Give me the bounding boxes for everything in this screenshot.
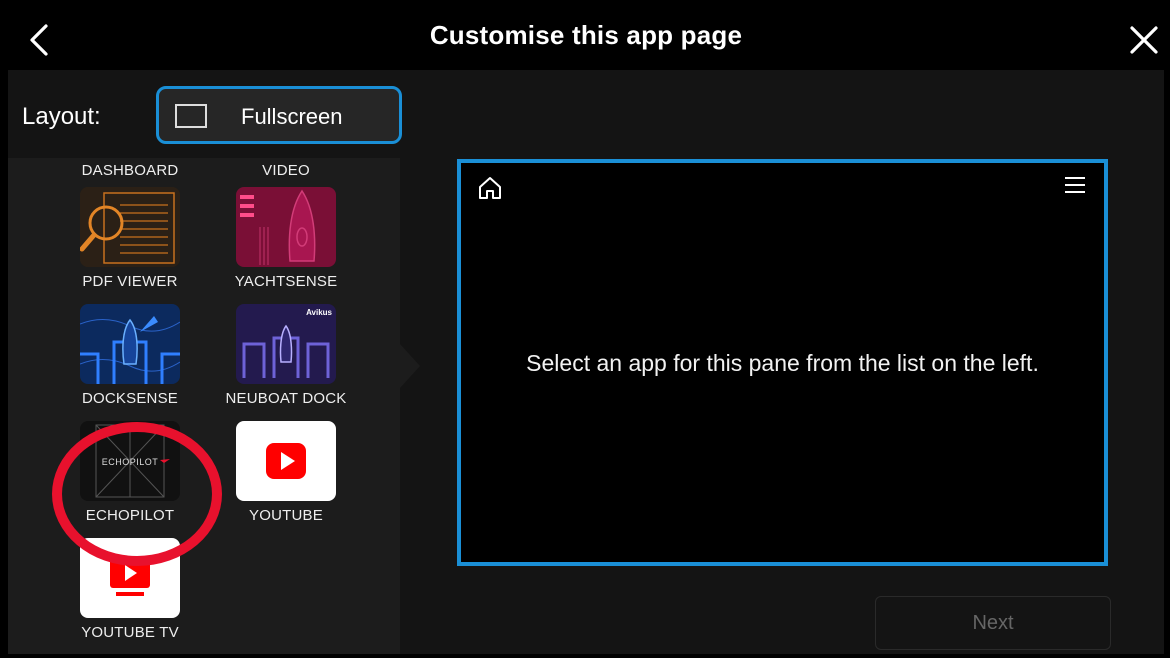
app-name: DASHBOARD bbox=[81, 162, 179, 179]
app-name: YACHTSENSE bbox=[234, 273, 338, 290]
pane-pointer-arrow bbox=[400, 344, 420, 388]
page-title: Customise this app page bbox=[429, 20, 743, 50]
fullscreen-rect-icon bbox=[175, 104, 207, 128]
app-neuboat-dock[interactable]: Avikus NEUBOAT DOCK bbox=[216, 304, 356, 407]
app-youtube[interactable]: YOUTUBE bbox=[216, 421, 356, 524]
next-button[interactable]: Next bbox=[875, 596, 1111, 650]
pane-instruction: Select an app for this pane from the lis… bbox=[526, 350, 1039, 376]
app-pdf-viewer[interactable]: PDF VIEWER bbox=[60, 187, 200, 290]
app-dashboard[interactable]: DASHBOARD bbox=[60, 162, 200, 179]
yachtsense-icon bbox=[236, 187, 336, 267]
neuboat-dock-icon: Avikus bbox=[236, 304, 336, 384]
app-pane[interactable]: Select an app for this pane from the lis… bbox=[457, 159, 1108, 566]
app-yachtsense[interactable]: YACHTSENSE bbox=[216, 187, 356, 290]
header-bar: Customise this app page bbox=[8, 6, 1164, 70]
close-button[interactable] bbox=[1124, 20, 1164, 60]
app-video[interactable]: VIDEO bbox=[216, 162, 356, 179]
app-frame: Customise this app page Layout: Fullscre… bbox=[8, 6, 1164, 654]
layout-row: Layout: Fullscreen bbox=[8, 70, 1164, 158]
pdf-viewer-icon bbox=[80, 187, 180, 267]
layout-label: Layout: bbox=[22, 103, 101, 130]
app-name: PDF VIEWER bbox=[82, 273, 178, 290]
avikus-badge: Avikus bbox=[306, 308, 332, 317]
app-name: DOCKSENSE bbox=[82, 390, 178, 407]
layout-select-button[interactable]: Fullscreen bbox=[156, 86, 402, 144]
hamburger-menu-icon[interactable] bbox=[1064, 175, 1086, 195]
home-icon[interactable] bbox=[477, 175, 503, 201]
app-name: YOUTUBE bbox=[249, 507, 323, 524]
app-name: YOUTUBE TV bbox=[81, 624, 179, 641]
app-name: VIDEO bbox=[262, 162, 310, 179]
app-docksense[interactable]: DOCKSENSE bbox=[60, 304, 200, 407]
close-icon bbox=[1130, 26, 1158, 54]
app-name: NEUBOAT DOCK bbox=[225, 390, 347, 407]
docksense-icon bbox=[80, 304, 180, 384]
app-list[interactable]: DASHBOARD VIDEO PDF VIEWER YACHTSENSE DO… bbox=[8, 158, 400, 654]
highlight-circle bbox=[52, 422, 222, 566]
layout-option-label: Fullscreen bbox=[241, 104, 343, 129]
youtube-icon bbox=[236, 421, 336, 501]
